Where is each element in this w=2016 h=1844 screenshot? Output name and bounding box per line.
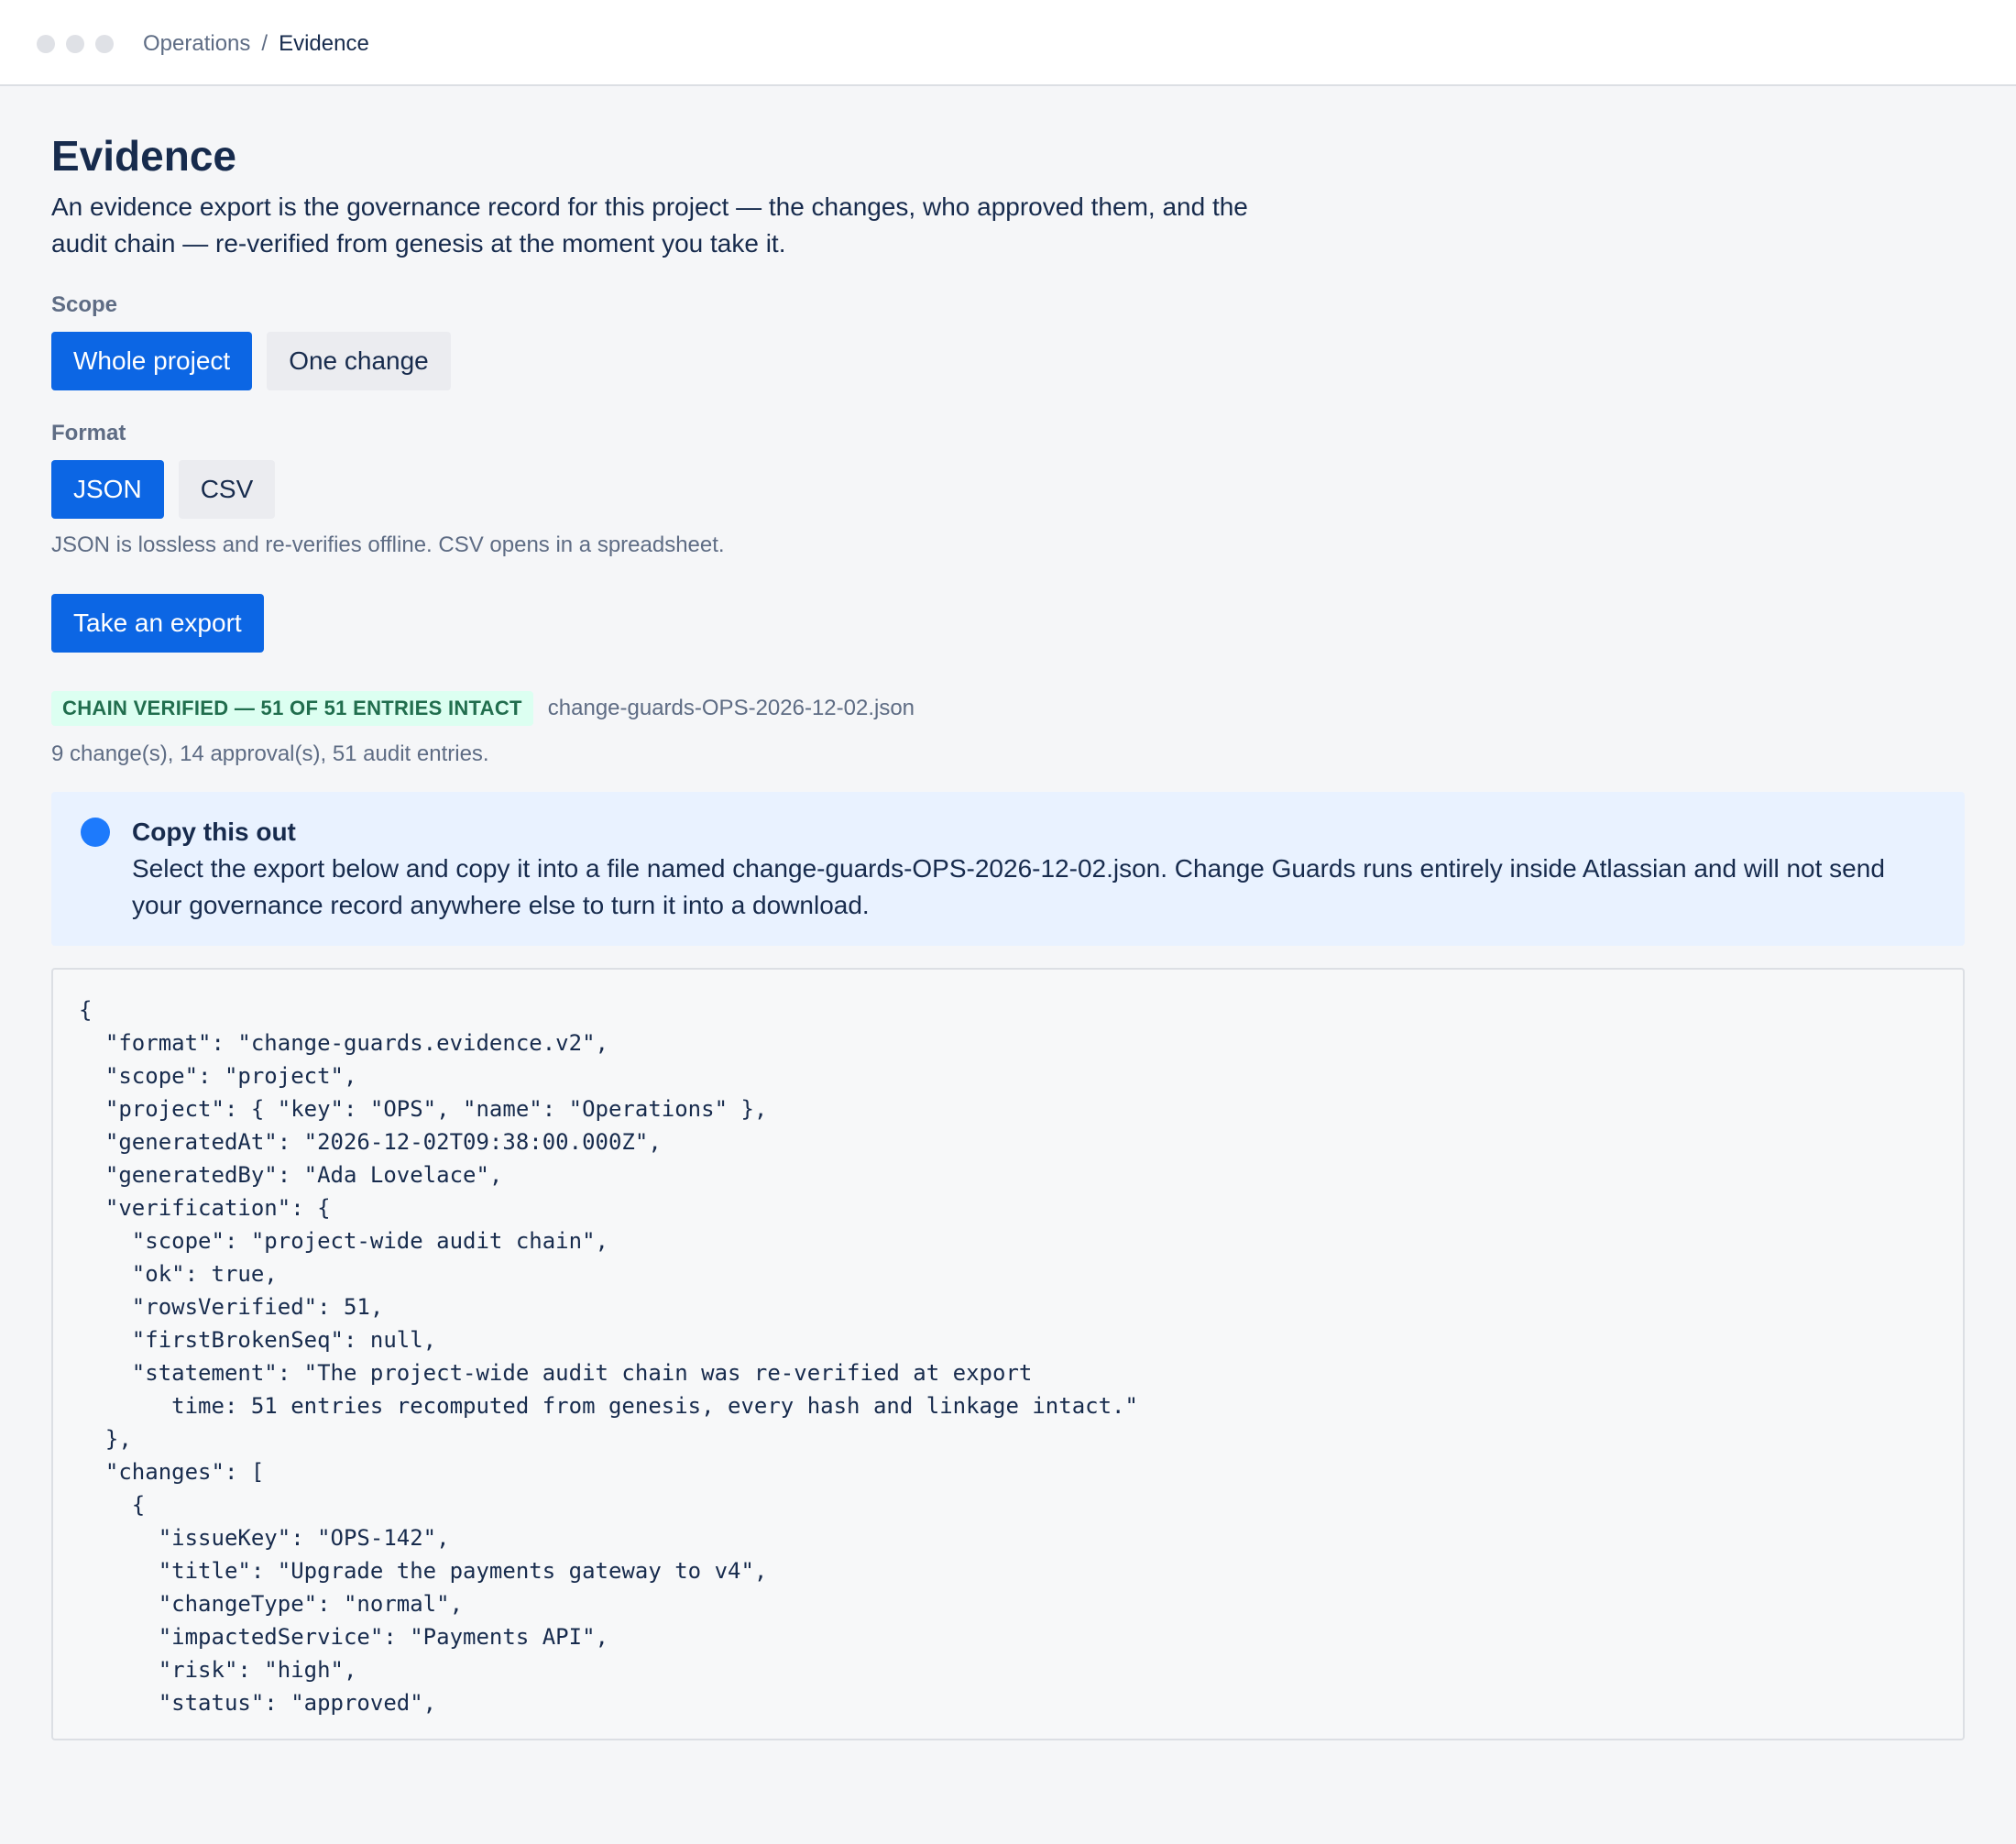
window-dot-icon: [37, 35, 55, 53]
main-content: Evidence An evidence export is the gover…: [51, 86, 1965, 1740]
info-icon: [81, 818, 110, 847]
copy-notice-text: Copy this out Select the export below an…: [132, 814, 1910, 924]
top-bar: Operations / Evidence: [0, 0, 2016, 86]
window-controls: [37, 35, 114, 53]
scope-selector: Whole project One change: [51, 332, 1965, 390]
scope-label: Scope: [51, 292, 118, 317]
chain-verified-badge: CHAIN VERIFIED — 51 OF 51 ENTRIES INTACT: [51, 691, 533, 726]
format-label: Format: [51, 421, 126, 445]
window-dot-icon: [66, 35, 84, 53]
format-csv-button[interactable]: CSV: [178, 460, 276, 519]
export-filename: change-guards-OPS-2026-12-02.json: [547, 696, 915, 720]
breadcrumb: Operations / Evidence: [143, 30, 369, 58]
take-export-button[interactable]: Take an export: [51, 594, 264, 653]
window-dot-icon: [95, 35, 114, 53]
copy-notice-title: Copy this out: [132, 818, 296, 846]
scope-whole-project-button[interactable]: Whole project: [51, 332, 253, 390]
page-title: Evidence: [51, 132, 236, 180]
breadcrumb-separator: /: [261, 31, 268, 56]
copy-notice: Copy this out Select the export below an…: [51, 792, 1965, 946]
format-json-button[interactable]: JSON: [51, 460, 164, 519]
export-counts: 9 change(s), 14 approval(s), 51 audit en…: [51, 741, 489, 766]
copy-notice-body: Select the export below and copy it into…: [132, 854, 1885, 919]
format-help-text: JSON is lossless and re-verifies offline…: [51, 532, 725, 557]
export-json-text[interactable]: { "format": "change-guards.evidence.v2",…: [79, 993, 1937, 1719]
breadcrumb-current: Evidence: [279, 31, 369, 56]
page-intro: An evidence export is the governance rec…: [51, 192, 1248, 258]
breadcrumb-operations[interactable]: Operations: [143, 31, 250, 56]
scope-one-change-button[interactable]: One change: [267, 332, 451, 390]
export-status: CHAIN VERIFIED — 51 OF 51 ENTRIES INTACT…: [51, 691, 1965, 726]
format-selector: JSON CSV: [51, 460, 1965, 519]
export-code-block[interactable]: { "format": "change-guards.evidence.v2",…: [51, 968, 1965, 1740]
